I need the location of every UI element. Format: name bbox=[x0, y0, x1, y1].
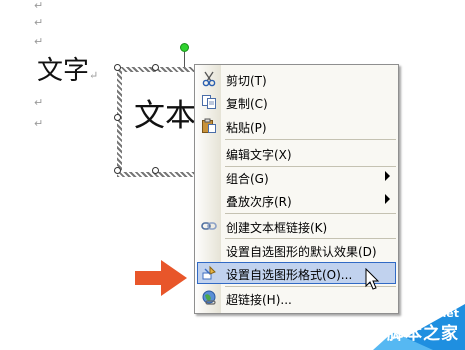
menu-item-label: 设置自选图形格式(O)... bbox=[226, 268, 353, 282]
watermark-name: 脚本之家 bbox=[387, 324, 459, 344]
menu-item-label: 复制(C) bbox=[226, 97, 268, 111]
document-text: 文字 bbox=[37, 56, 90, 86]
paste-icon bbox=[202, 118, 216, 133]
paragraph-mark: ↵ bbox=[34, 117, 44, 130]
menu-item-cut[interactable]: 剪切(T) bbox=[195, 68, 398, 90]
menu-item-paste[interactable]: 粘贴(P) bbox=[195, 115, 398, 137]
resize-handle-bottom-left[interactable] bbox=[114, 167, 121, 174]
submenu-arrow-icon bbox=[385, 194, 390, 204]
text-box-content: 文本 bbox=[122, 72, 198, 172]
menu-separator bbox=[225, 213, 396, 214]
scissors-icon bbox=[202, 71, 216, 87]
format-shape-icon bbox=[202, 265, 216, 280]
menu-item-order[interactable]: 叠放次序(R) bbox=[195, 189, 398, 211]
resize-handle-left[interactable] bbox=[114, 114, 121, 121]
menu-item-label: 设置自选图形的默认效果(D) bbox=[226, 245, 377, 259]
text-box[interactable]: 文本 bbox=[117, 67, 203, 177]
menu-item-label: 粘贴(P) bbox=[226, 121, 267, 135]
hyperlink-globe-icon bbox=[202, 290, 216, 305]
link-chain-icon bbox=[201, 222, 217, 230]
rotation-stem bbox=[184, 52, 185, 68]
menu-item-edit-text[interactable]: 编辑文字(X) bbox=[195, 142, 398, 164]
document-line-text[interactable]: 文字↵ bbox=[37, 54, 98, 93]
mouse-cursor-icon bbox=[365, 268, 380, 290]
menu-item-label: 组合(G) bbox=[226, 172, 269, 186]
paragraph-mark: ↵ bbox=[34, 35, 44, 48]
copy-icon bbox=[202, 95, 216, 109]
menu-separator bbox=[225, 139, 396, 140]
menu-item-copy[interactable]: 复制(C) bbox=[195, 91, 398, 113]
menu-item-label: 叠放次序(R) bbox=[226, 195, 292, 209]
resize-handle-top-left[interactable] bbox=[114, 64, 121, 71]
paragraph-mark: ↵ bbox=[34, 16, 44, 29]
menu-item-set-default-effect[interactable]: 设置自选图形的默认效果(D) bbox=[195, 239, 398, 261]
menu-item-label: 剪切(T) bbox=[226, 74, 267, 88]
paragraph-mark: ↵ bbox=[34, 0, 44, 12]
menu-item-label: 编辑文字(X) bbox=[226, 148, 292, 162]
menu-item-label: 超链接(H)... bbox=[226, 293, 292, 307]
resize-handle-bottom[interactable] bbox=[152, 167, 159, 174]
resize-handle-top[interactable] bbox=[152, 64, 159, 71]
paragraph-mark: ↵ bbox=[89, 69, 99, 82]
menu-item-create-textbox-link[interactable]: 创建文本框链接(K) bbox=[195, 215, 398, 237]
rotation-handle[interactable] bbox=[180, 43, 189, 52]
paragraph-mark: ↵ bbox=[34, 96, 44, 109]
text-box-text: 文本 bbox=[134, 98, 196, 134]
submenu-arrow-icon bbox=[385, 171, 390, 181]
menu-item-group[interactable]: 组合(G) bbox=[195, 166, 398, 188]
menu-item-label: 创建文本框链接(K) bbox=[226, 221, 328, 235]
pointer-arrow bbox=[135, 260, 187, 296]
